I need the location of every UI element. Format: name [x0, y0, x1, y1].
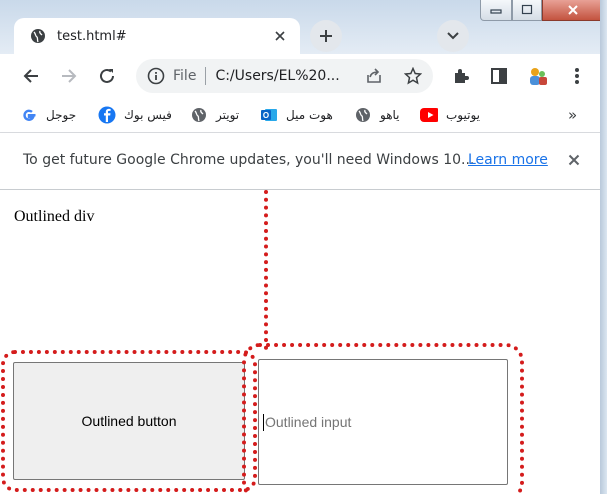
tab-active[interactable]: test.html#: [14, 18, 300, 54]
globe-icon: [31, 29, 45, 43]
chevron-down-icon: [447, 32, 459, 40]
bookmark-item[interactable]: جوجل: [20, 105, 76, 125]
infobar-message: To get future Google Chrome updates, you…: [23, 152, 475, 168]
tab-search-button[interactable]: [437, 20, 469, 52]
tab-close-button[interactable]: [270, 26, 290, 46]
outlined-button[interactable]: Outlined button: [1, 350, 257, 492]
svg-text:O: O: [263, 111, 269, 120]
bookmark-item[interactable]: O هوت ميل: [260, 105, 333, 125]
update-infobar: To get future Google Chrome updates, you…: [0, 133, 607, 190]
outlook-icon: O: [260, 106, 278, 124]
puzzle-icon: [455, 69, 469, 83]
side-panel-button[interactable]: [485, 62, 513, 90]
bookmark-item[interactable]: تويتر: [190, 105, 239, 125]
browser-window: test.html# File C:/Users/EL%20... جوجل ف…: [0, 14, 607, 494]
star-icon: [404, 67, 422, 85]
close-icon: [275, 31, 285, 41]
bookmark-star-button[interactable]: [399, 62, 427, 90]
bookmark-label: هوت ميل: [286, 108, 333, 122]
tab-title: test.html#: [57, 28, 127, 44]
tab-strip: test.html#: [0, 14, 607, 54]
bookmarks-overflow-button[interactable]: »: [568, 105, 577, 125]
close-icon: [568, 154, 580, 166]
reload-button[interactable]: [93, 62, 121, 90]
bookmark-item[interactable]: ياهو: [354, 105, 400, 125]
bookmark-label: جوجل: [46, 108, 77, 122]
menu-button[interactable]: [563, 62, 591, 90]
forward-button[interactable]: [55, 62, 83, 90]
bookmark-item[interactable]: فيس بوك: [98, 105, 172, 125]
learn-more-link[interactable]: Learn more: [468, 152, 548, 168]
omnibox-divider: [205, 67, 207, 85]
share-icon: [367, 68, 381, 83]
bookmarks-bar: جوجل فيس بوك تويتر O هوت ميل ياهو يوتيوب…: [0, 98, 607, 133]
forward-arrow-icon: [62, 69, 77, 83]
bookmark-label: يوتيوب: [446, 108, 480, 122]
outlined-div-text: Outlined div: [14, 208, 95, 225]
bookmark-item[interactable]: يوتيوب: [420, 105, 480, 125]
google-icon: [20, 106, 38, 124]
share-button[interactable]: [360, 62, 388, 90]
avatar-icon: [530, 68, 547, 85]
extensions-button[interactable]: [447, 62, 475, 90]
globe-icon: [190, 106, 208, 124]
address-bar[interactable]: File C:/Users/EL%20...: [136, 59, 433, 93]
bookmark-label: تويتر: [216, 108, 240, 122]
facebook-icon: [98, 106, 116, 124]
url-text[interactable]: C:/Users/EL%20...: [215, 68, 339, 84]
input-placeholder: Outlined input: [265, 414, 352, 430]
profile-button[interactable]: [524, 62, 552, 90]
bookmark-label: ياهو: [380, 108, 400, 122]
infobar-close-button[interactable]: [564, 150, 584, 170]
globe-icon: [354, 106, 372, 124]
youtube-icon: [420, 106, 438, 124]
page-content: Outlined div Outlined button Outlined in…: [0, 190, 607, 494]
toolbar: File C:/Users/EL%20...: [0, 54, 607, 98]
text-caret: [263, 413, 264, 431]
kebab-menu-icon: [575, 68, 579, 84]
outlined-input[interactable]: Outlined input: [242, 343, 524, 494]
back-arrow-icon: [23, 69, 38, 83]
reload-icon: [100, 68, 114, 83]
bookmark-label: فيس بوك: [124, 108, 172, 122]
info-icon: [147, 67, 165, 85]
back-button[interactable]: [17, 62, 45, 90]
scheme-label: File: [173, 68, 197, 84]
window-frame-edge: [600, 0, 607, 494]
minimize-icon: [490, 9, 502, 14]
new-tab-button[interactable]: [310, 20, 342, 52]
side-panel-icon: [491, 68, 507, 84]
plus-icon: [320, 30, 332, 42]
